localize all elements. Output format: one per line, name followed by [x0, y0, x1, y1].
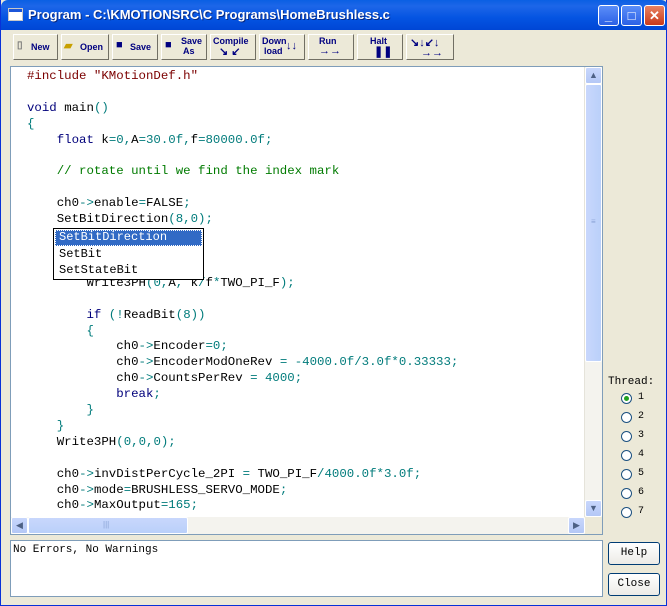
program-window: Program - C:\KMOTIONSRC\C Programs\HomeB… — [0, 0, 667, 606]
save-button[interactable]: ■ Save — [112, 34, 158, 60]
code-line[interactable]: break; — [27, 387, 458, 403]
code-line[interactable]: if (!ReadBit(8)) — [27, 308, 458, 324]
open-button[interactable]: ▰ Open — [61, 34, 109, 60]
run-arrows-icon: →→ — [319, 45, 341, 57]
code-line[interactable]: ch0->Encoder=0; — [27, 339, 458, 355]
window-title: Program - C:\KMOTIONSRC\C Programs\HomeB… — [28, 7, 390, 22]
radio-icon — [621, 431, 632, 442]
disk-icon: ■ — [116, 39, 123, 51]
compile-download-run-button[interactable]: ↘↓↙↓ →→ — [406, 34, 454, 60]
compile-button[interactable]: Compile ↘ ↙ — [210, 34, 256, 60]
scroll-right-button[interactable]: ▶ — [568, 517, 585, 534]
minimize-button[interactable]: _ — [598, 5, 619, 26]
radio-icon — [621, 393, 632, 404]
close-window-button[interactable]: ✕ — [644, 5, 665, 26]
code-line[interactable]: // rotate until we find the index mark — [27, 164, 458, 180]
code-text[interactable]: #include "KMotionDef.h" void main(){ flo… — [27, 69, 458, 514]
code-line[interactable] — [27, 180, 458, 196]
horizontal-scroll-thumb[interactable]: ||| — [28, 517, 188, 534]
radio-icon — [621, 412, 632, 423]
output-text: No Errors, No Warnings — [13, 544, 159, 556]
thread-label: Thread: — [608, 376, 655, 388]
grip-icon: ≡ — [591, 217, 596, 226]
folder-icon: ▰ — [64, 40, 73, 52]
save-as-button[interactable]: ■ Save As — [161, 34, 207, 60]
radio-icon — [621, 507, 632, 518]
code-line[interactable]: { — [27, 324, 458, 340]
scroll-down-button[interactable]: ▼ — [585, 500, 602, 517]
vertical-scroll-thumb[interactable]: ≡ — [585, 84, 602, 362]
toolbar: ▯ New ▰ Open ■ Save ■ Save As Compile ↘ … — [4, 30, 664, 62]
thread-selector: Thread: 1 2 3 4 5 6 7 — [608, 376, 655, 518]
download-arrows-icon: ↓↓ — [286, 40, 297, 52]
new-button[interactable]: ▯ New — [13, 34, 58, 60]
grip-icon: ||| — [103, 520, 110, 529]
code-line[interactable]: SetBitDirection(8,0); — [27, 212, 458, 228]
run-button[interactable]: Run →→ — [308, 34, 354, 60]
halt-button[interactable]: Halt ❚❚ — [357, 34, 403, 60]
code-line[interactable]: float k=0,A=30.0f,f=80000.0f; — [27, 133, 458, 149]
code-editor[interactable]: #include "KMotionDef.h" void main(){ flo… — [10, 66, 603, 535]
code-line[interactable]: ch0->CountsPerRev = 4000; — [27, 371, 458, 387]
code-line[interactable] — [27, 149, 458, 165]
help-button[interactable]: Help — [608, 542, 660, 565]
code-line[interactable]: } — [27, 419, 458, 435]
code-line[interactable]: ch0->mode=BRUSHLESS_SERVO_MODE; — [27, 483, 458, 499]
autocomplete-list[interactable]: SetBitDirection SetBit SetStateBit — [53, 228, 204, 280]
compile-arrows-icon: ↘ ↙ — [219, 46, 241, 58]
code-line[interactable]: } — [27, 403, 458, 419]
new-file-icon: ▯ — [17, 40, 23, 51]
code-line[interactable]: ch0->enable=FALSE; — [27, 196, 458, 212]
radio-icon — [621, 469, 632, 480]
radio-icon — [621, 450, 632, 461]
pause-icon: ❚❚ — [374, 46, 393, 58]
autocomplete-item[interactable]: SetBit — [55, 247, 202, 263]
scroll-up-button[interactable]: ▲ — [585, 67, 602, 84]
code-line[interactable]: ch0->EncoderModOneRev = -4000.0f/3.0f*0.… — [27, 355, 458, 371]
autocomplete-item[interactable]: SetBitDirection — [55, 230, 202, 246]
app-icon — [8, 8, 23, 21]
download-button[interactable]: Down load ↓↓ — [259, 34, 305, 60]
code-line[interactable] — [27, 451, 458, 467]
horizontal-scrollbar[interactable]: ◀ ||| ▶ — [11, 517, 585, 534]
vertical-scrollbar[interactable]: ▲ ≡ ▼ — [584, 67, 602, 517]
close-button[interactable]: Close — [608, 573, 660, 596]
title-bar[interactable]: Program - C:\KMOTIONSRC\C Programs\HomeB… — [1, 0, 667, 30]
code-line[interactable]: { — [27, 117, 458, 133]
code-line[interactable]: ch0->MaxOutput=165; — [27, 498, 458, 514]
code-line[interactable]: ch0->invDistPerCycle_2PI = TWO_PI_F/4000… — [27, 467, 458, 483]
scrollbar-corner — [585, 517, 602, 534]
code-line[interactable]: Write3PH(0,0,0); — [27, 435, 458, 451]
disk-icon: ■ — [165, 39, 172, 51]
code-line[interactable]: #include "KMotionDef.h" — [27, 69, 458, 85]
output-pane[interactable]: No Errors, No Warnings — [10, 540, 603, 597]
code-line[interactable]: void main() — [27, 101, 458, 117]
code-line[interactable] — [27, 85, 458, 101]
maximize-button[interactable]: □ — [621, 5, 642, 26]
radio-icon — [621, 488, 632, 499]
scroll-left-button[interactable]: ◀ — [11, 517, 28, 534]
code-line[interactable] — [27, 292, 458, 308]
autocomplete-item[interactable]: SetStateBit — [55, 263, 202, 279]
